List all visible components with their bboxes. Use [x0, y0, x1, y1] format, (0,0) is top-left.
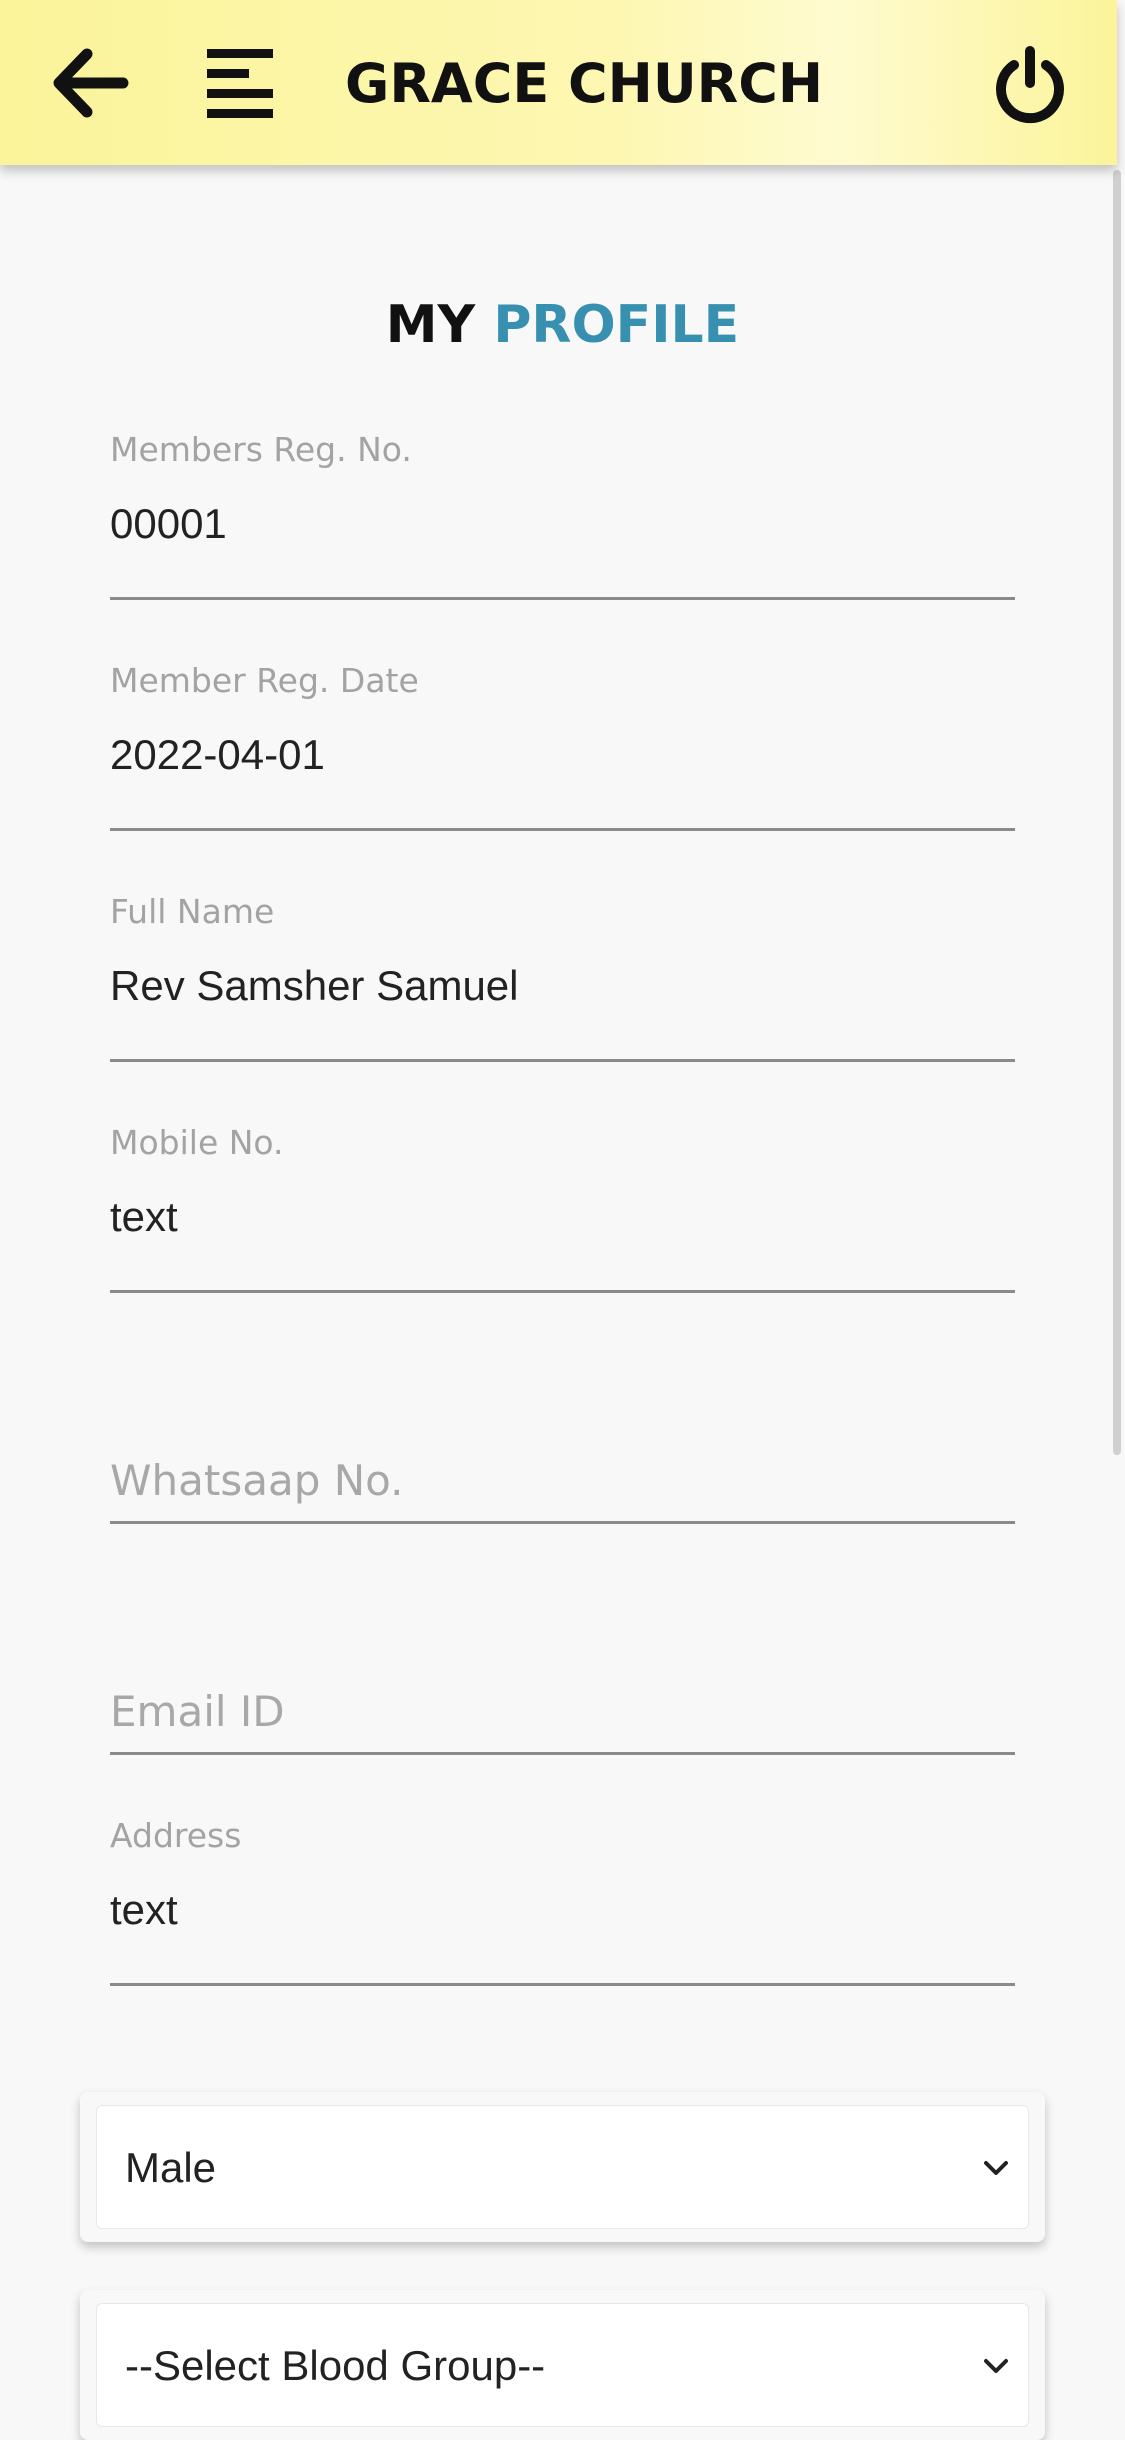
blood-group-selected: --Select Blood Group--: [125, 2342, 546, 2389]
arrow-left-icon: [53, 48, 129, 117]
gender-selected: Male: [125, 2144, 217, 2191]
reg-date-label: Member Reg. Date: [110, 661, 419, 700]
whatsapp-field[interactable]: Whatsaap No.: [110, 1354, 1015, 1524]
app-bar: GRACE CHURCH: [0, 0, 1117, 165]
full-name-field[interactable]: Full Name Rev Samsher Samuel: [110, 892, 1015, 1062]
reg-no-field[interactable]: Members Reg. No. 00001: [110, 430, 1015, 600]
chevron-down-icon: [984, 2161, 1008, 2175]
menu-button[interactable]: [190, 35, 290, 130]
full-name-label: Full Name: [110, 892, 275, 931]
whatsapp-placeholder[interactable]: Whatsaap No.: [110, 1456, 403, 1505]
mobile-value[interactable]: text: [110, 1193, 178, 1241]
reg-date-field[interactable]: Member Reg. Date 2022-04-01: [110, 661, 1015, 831]
address-label: Address: [110, 1816, 242, 1855]
blood-group-select-card: --Select Blood Group--: [80, 2290, 1045, 2440]
power-icon: [996, 46, 1064, 124]
email-field[interactable]: Email ID: [110, 1585, 1015, 1755]
mobile-field[interactable]: Mobile No. text: [110, 1123, 1015, 1293]
mobile-label: Mobile No.: [110, 1123, 284, 1162]
reg-date-value[interactable]: 2022-04-01: [110, 731, 325, 779]
email-placeholder[interactable]: Email ID: [110, 1687, 285, 1736]
page-title-second: PROFILE: [493, 295, 740, 355]
logout-button[interactable]: [975, 30, 1085, 140]
blood-group-select[interactable]: --Select Blood Group--: [96, 2303, 1029, 2427]
page-title-first: MY: [385, 295, 476, 355]
full-name-value[interactable]: Rev Samsher Samuel: [110, 962, 519, 1010]
gender-select[interactable]: Male: [96, 2105, 1029, 2229]
chevron-down-icon: [984, 2359, 1008, 2373]
app-title: GRACE CHURCH: [345, 52, 824, 115]
gender-select-card: Male: [80, 2092, 1045, 2242]
reg-no-value[interactable]: 00001: [110, 500, 227, 548]
scrollbar[interactable]: [1113, 170, 1121, 1455]
back-button[interactable]: [40, 35, 140, 130]
menu-icon: [207, 48, 273, 118]
address-value[interactable]: text: [110, 1886, 178, 1934]
page-title: MY PROFILE: [0, 295, 1125, 355]
reg-no-label: Members Reg. No.: [110, 430, 412, 469]
address-field[interactable]: Address text: [110, 1816, 1015, 1986]
